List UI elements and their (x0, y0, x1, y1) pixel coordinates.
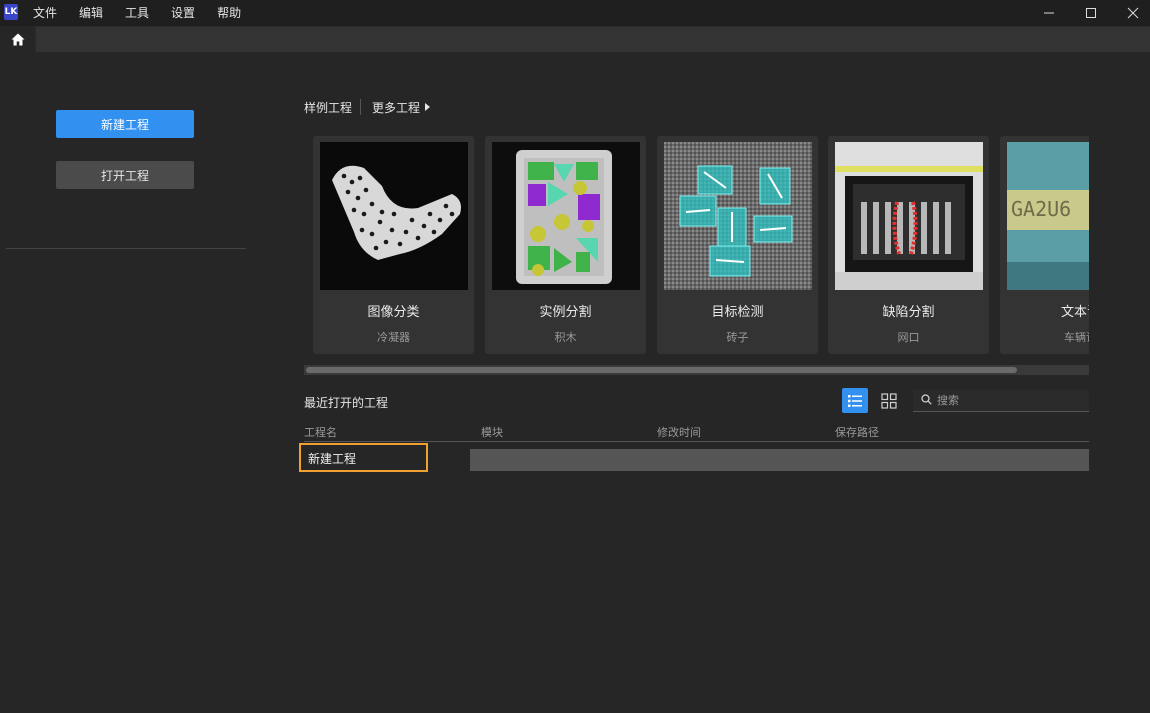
header-separator (360, 99, 362, 115)
sample-card-classification[interactable]: 图像分类 冷凝器 (313, 136, 474, 354)
project-name-cell: 新建工程 (308, 452, 357, 466)
maximize-icon (1086, 8, 1096, 18)
sample-projects-label: 样例工程 (304, 100, 353, 115)
sample-card-instance-segmentation[interactable]: 实例分割 积木 (485, 136, 646, 354)
card-thumbnail (835, 142, 983, 290)
card-thumbnail (492, 142, 640, 290)
grid-view-button[interactable] (876, 388, 902, 413)
menu-settings[interactable]: 设置 (171, 0, 195, 26)
cards-scrollbar-thumb[interactable] (306, 367, 1017, 373)
minimize-icon (1044, 12, 1054, 14)
sample-projects-header: 样例工程 更多工程 (304, 98, 431, 116)
column-header-name[interactable]: 工程名 (304, 424, 337, 440)
open-project-button[interactable]: 打开工程 (56, 161, 194, 189)
maximize-button[interactable] (1068, 0, 1114, 26)
tab-strip (36, 27, 1150, 52)
list-view-button[interactable] (842, 388, 868, 413)
caret-right-icon[interactable] (425, 103, 431, 111)
search-input[interactable] (937, 391, 1085, 409)
table-row-details[interactable] (470, 449, 1089, 471)
sample-card-object-detection[interactable]: 目标检测 砖子 (657, 136, 818, 354)
card-subtitle: 网口 (897, 331, 920, 344)
more-projects-link[interactable]: 更多工程 (372, 99, 420, 116)
card-thumbnail (664, 142, 812, 290)
card-thumbnail (320, 142, 468, 290)
column-header-module[interactable]: 模块 (481, 424, 503, 440)
card-title: 图像分类 (367, 305, 420, 320)
card-subtitle: 冷凝器 (377, 331, 410, 344)
minimize-button[interactable] (1026, 0, 1072, 26)
sample-cards-carousel: 图像分类 冷凝器 实例分割 积木 目标检测 砖子 缺陷分割 网口 GA2U6 文… (313, 136, 1089, 356)
new-project-button[interactable]: 新建工程 (56, 110, 194, 138)
list-view-icon (848, 394, 862, 407)
card-subtitle: 砖子 (726, 331, 749, 344)
grid-view-icon (881, 392, 897, 409)
column-header-modified[interactable]: 修改时间 (657, 424, 701, 440)
close-icon (1127, 7, 1139, 19)
card-title: 文本识 (1060, 305, 1089, 320)
card-title: 缺陷分割 (882, 305, 935, 320)
recent-projects-title: 最近打开的工程 (304, 396, 389, 410)
tab-home[interactable] (0, 26, 35, 52)
card-subtitle: 积木 (554, 331, 577, 344)
menu-tools[interactable]: 工具 (125, 0, 149, 26)
svg-text:GA2U6: GA2U6 (1011, 197, 1071, 221)
card-title: 目标检测 (711, 305, 764, 320)
close-button[interactable] (1110, 0, 1150, 26)
menu-help[interactable]: 帮助 (217, 0, 241, 26)
menu-bar: 文件 编辑 工具 设置 帮助 (33, 0, 263, 26)
sample-card-defect-segmentation[interactable]: 缺陷分割 网口 (828, 136, 989, 354)
sample-card-text-recognition[interactable]: GA2U6 文本识 车辆识 (1000, 136, 1089, 354)
menu-edit[interactable]: 编辑 (79, 0, 103, 26)
home-icon (11, 33, 24, 45)
title-bar: LK 文件 编辑 工具 设置 帮助 (0, 0, 1150, 26)
menu-file[interactable]: 文件 (33, 0, 57, 26)
card-thumbnail: GA2U6 (1007, 142, 1089, 290)
app-logo: LK (4, 4, 18, 20)
table-header-divider (304, 441, 1089, 442)
search-box (913, 389, 1089, 412)
card-subtitle: 车辆识 (1064, 331, 1089, 344)
card-title: 实例分割 (539, 305, 592, 320)
column-header-path[interactable]: 保存路径 (835, 424, 879, 440)
search-icon (921, 394, 932, 405)
table-row[interactable]: 新建工程 (299, 443, 428, 472)
left-divider (6, 248, 246, 249)
